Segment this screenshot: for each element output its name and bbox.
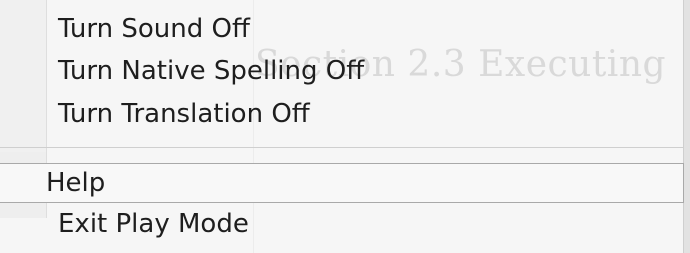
menu-separator <box>0 147 684 148</box>
menu-gutter-top <box>0 0 46 152</box>
menu-item-turn-translation-off[interactable]: Turn Translation Off <box>58 99 310 129</box>
context-menu: Section 2.3 Executing Turn Sound Off Tur… <box>0 0 690 253</box>
menu-item-help[interactable]: Help <box>0 163 684 203</box>
menu-item-turn-native-spelling-off[interactable]: Turn Native Spelling Off <box>58 56 364 86</box>
menu-item-exit-play-mode[interactable]: Exit Play Mode <box>58 209 249 239</box>
menu-item-turn-sound-off[interactable]: Turn Sound Off <box>58 14 250 44</box>
menu-item-help-label: Help <box>46 168 106 198</box>
menu-right-edge <box>683 0 690 253</box>
